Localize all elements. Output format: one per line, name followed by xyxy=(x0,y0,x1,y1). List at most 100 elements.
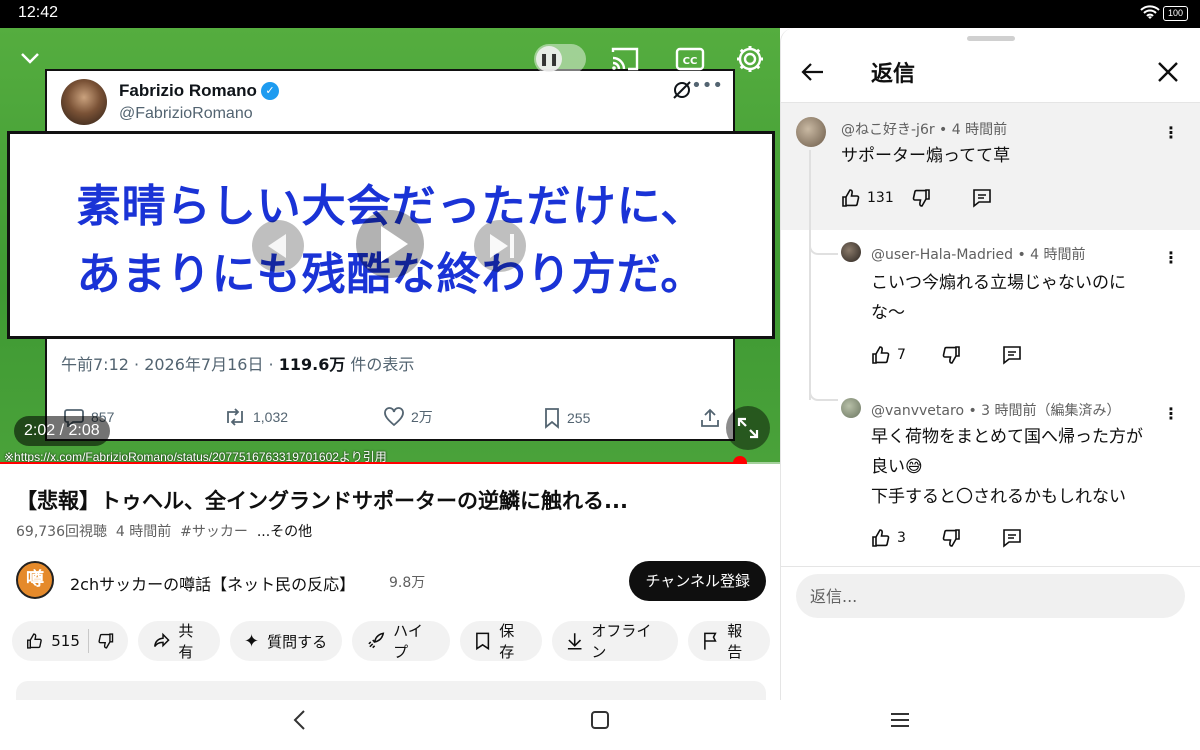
reply-dislike-button[interactable] xyxy=(941,528,961,548)
reply-like-count: 3 xyxy=(897,530,906,546)
description-peek[interactable] xyxy=(16,681,766,701)
thumbs-up-icon xyxy=(842,189,860,207)
video-title[interactable]: 【悲報】トゥヘル、全イングランドサポーターの逆鱗に触れる... xyxy=(16,485,766,515)
sparkle-icon: ✦ xyxy=(244,630,260,652)
autoplay-toggle[interactable]: ❚❚ xyxy=(534,44,586,74)
system-nav-bar xyxy=(0,700,1200,750)
comment-actions: 131 xyxy=(841,188,1141,212)
thumbs-down-icon[interactable] xyxy=(97,631,114,651)
channel-name[interactable]: 2chサッカーの噂話【ネット民の反応】 xyxy=(70,571,355,595)
wifi-icon xyxy=(1140,5,1160,19)
offline-download-button[interactable]: オフライン xyxy=(552,621,678,661)
reply-comment-icon xyxy=(973,189,991,208)
share-arrow-icon xyxy=(154,632,170,648)
download-icon xyxy=(567,633,582,650)
thumbs-down-icon xyxy=(912,189,930,207)
back-arrow-icon[interactable] xyxy=(797,56,829,88)
comment-reply-button[interactable] xyxy=(971,188,993,208)
ask-button[interactable]: ✦ 質問する xyxy=(230,621,342,661)
comment-avatar[interactable] xyxy=(796,117,826,147)
reply-input[interactable] xyxy=(796,574,1185,618)
share-button[interactable]: 共有 xyxy=(138,621,220,661)
closed-captions-icon[interactable]: CC xyxy=(675,46,705,72)
upload-age: 4 時間前 xyxy=(115,524,172,540)
reply-avatar[interactable] xyxy=(841,398,861,418)
reply-comment: @user-Hala-Madried • 4 時間前 ⋮ こいつ今煽れる立場じゃ… xyxy=(781,230,1200,390)
reply-comment-icon xyxy=(1003,529,1021,548)
reply-input-divider xyxy=(780,566,1200,567)
progress-bar[interactable] xyxy=(0,456,780,464)
reply-reply-button[interactable] xyxy=(1001,345,1023,365)
nav-recents-icon[interactable] xyxy=(888,708,912,732)
reply-menu-icon[interactable]: ⋮ xyxy=(1161,404,1181,424)
tweet-share xyxy=(699,407,721,429)
status-time: 12:42 xyxy=(18,4,59,21)
tweet-author-name: Fabrizio Romano xyxy=(119,81,257,100)
reply-text-line: 早く荷物をまとめて国へ帰った方が xyxy=(871,427,1143,447)
flag-icon xyxy=(704,632,717,650)
reply-dislike-button[interactable] xyxy=(941,345,961,365)
close-icon[interactable] xyxy=(1152,56,1184,88)
thumbs-down-icon xyxy=(942,529,960,547)
subscriber-count: 9.8万 xyxy=(389,575,426,591)
reply-avatar[interactable] xyxy=(841,242,861,262)
progress-bar-played xyxy=(0,462,741,464)
previous-icon[interactable] xyxy=(250,218,306,274)
view-count: 69,736回視聴 xyxy=(16,524,107,540)
reply-text-line: 良い😅 xyxy=(871,457,923,477)
reply-text-line: な〜 xyxy=(871,303,905,323)
reply-author[interactable]: @vanvvetaro • 3 時間前（編集済み） xyxy=(871,400,1121,420)
video-meta[interactable]: 69,736回視聴 4 時間前 #サッカー ...その他 xyxy=(16,521,312,541)
video-player[interactable]: Fabrizio Romano ✓ @FabrizioRomano ••• 午前… xyxy=(0,28,780,464)
fullscreen-button[interactable] xyxy=(726,406,770,450)
status-bar: 12:42 100 xyxy=(0,0,1200,28)
hype-rocket-icon xyxy=(368,632,385,649)
comment-like-button[interactable]: 131 xyxy=(841,188,894,208)
reply-menu-icon[interactable]: ⋮ xyxy=(1161,248,1181,268)
like-dislike-group: 515 xyxy=(12,621,128,661)
play-icon[interactable] xyxy=(354,208,426,280)
reply-reply-button[interactable] xyxy=(1001,528,1023,548)
like-count[interactable]: 515 xyxy=(51,632,80,650)
thread-line xyxy=(809,150,811,400)
thumbs-up-icon xyxy=(872,529,890,547)
reply-like-button[interactable]: 3 xyxy=(871,528,906,548)
heart-icon xyxy=(384,407,404,427)
reply-like-button[interactable]: 7 xyxy=(871,345,906,365)
next-icon[interactable] xyxy=(472,218,528,274)
more-link[interactable]: ...その他 xyxy=(257,524,312,540)
reply-comment: @vanvvetaro • 3 時間前（編集済み） ⋮ 早く荷物をまとめて国へ帰… xyxy=(781,390,1200,560)
subscribe-button[interactable]: チャンネル登録 xyxy=(629,561,766,601)
tweet-bookmarks: 255 xyxy=(543,407,590,429)
tweet-retweets: 1,032 xyxy=(223,407,288,427)
comment-text: サポーター煽ってて草 xyxy=(841,146,1011,166)
hashtag[interactable]: #サッカー xyxy=(180,524,248,540)
save-button[interactable]: 保存 xyxy=(460,621,542,661)
minimize-chevron-down-icon[interactable] xyxy=(18,48,42,68)
thread-branch xyxy=(809,236,838,255)
comment-author[interactable]: @ねこ好き-j6r • 4 時間前 xyxy=(841,119,1007,139)
report-button[interactable]: 報告 xyxy=(688,621,770,661)
reply-actions: 7 xyxy=(871,345,1171,369)
nav-back-icon[interactable] xyxy=(288,708,312,732)
svg-text:CC: CC xyxy=(683,56,698,67)
tweet-avatar xyxy=(61,79,107,125)
comment-menu-icon[interactable]: ⋮ xyxy=(1161,123,1181,143)
comment-dislike-button[interactable] xyxy=(911,188,931,208)
reply-actions: 3 xyxy=(871,528,1171,552)
save-bookmark-icon xyxy=(476,632,490,651)
panel-title: 返信 xyxy=(871,62,916,87)
thread-branch xyxy=(809,390,838,401)
fullscreen-icon xyxy=(737,417,759,439)
pause-icon: ❚❚ xyxy=(536,46,562,72)
hype-button[interactable]: ハイプ xyxy=(352,621,450,661)
channel-row: 噂 2chサッカーの噂話【ネット民の反応】 9.8万 チャンネル登録 xyxy=(16,561,766,601)
reply-author[interactable]: @user-Hala-Madried • 4 時間前 xyxy=(871,244,1086,264)
cast-icon[interactable] xyxy=(610,46,640,72)
channel-avatar[interactable]: 噂 xyxy=(16,561,54,599)
tweet-actions: 857 1,032 2万 255 xyxy=(63,407,723,431)
settings-gear-icon[interactable] xyxy=(735,44,765,74)
nav-home-icon[interactable] xyxy=(588,708,612,732)
thumbs-up-icon[interactable] xyxy=(26,631,43,651)
drag-handle[interactable] xyxy=(967,36,1015,41)
